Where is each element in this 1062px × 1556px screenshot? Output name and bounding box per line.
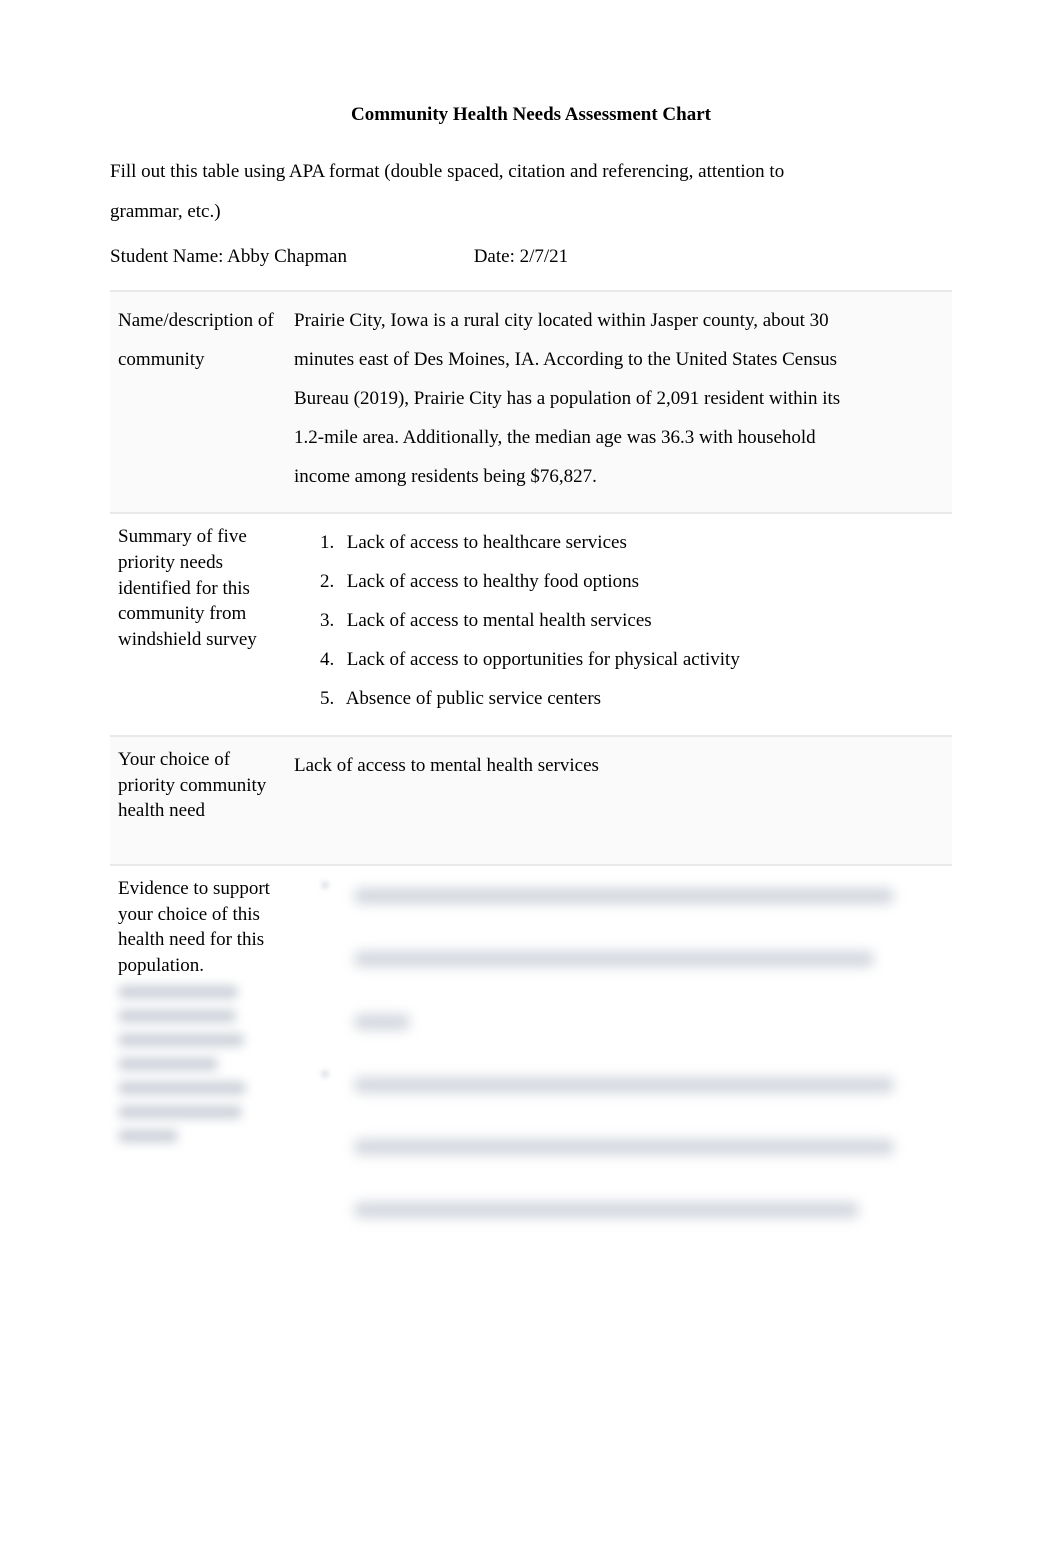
row-label-community: Name/description of community [110,291,286,514]
list-number: 4. [320,641,342,680]
evidence-label-text: Evidence to support your choice of this … [118,878,270,976]
row-label-choice: Your choice of priority community health… [110,736,286,865]
community-p5: income among residents being $76,827. [294,458,944,497]
student-name-label: Student Name: [110,246,223,267]
row-value-choice: Lack of access to mental health services [286,736,952,865]
intro-text: Fill out this table using APA format (do… [110,152,952,232]
row-label-evidence: Evidence to support your choice of this … [110,865,286,1252]
student-name-value: Abby Chapman [227,246,347,267]
table-row: Evidence to support your choice of this … [110,865,952,1252]
community-p1: Prairie City, Iowa is a rural city locat… [294,302,944,341]
list-item: 3. Lack of access to mental health servi… [320,602,944,641]
list-text: Lack of access to opportunities for phys… [347,649,740,670]
blurred-line [294,1002,944,1041]
row-value-summary: 1. Lack of access to healthcare services… [286,513,952,736]
table-row: Your choice of priority community health… [110,736,952,865]
page-title: Community Health Needs Assessment Chart [110,96,952,134]
intro-line-2: grammar, etc.) [110,201,221,222]
blurred-label-hint [118,985,278,1143]
date-label: Date: [474,246,515,267]
list-number: 1. [320,524,342,563]
list-text: Lack of access to mental health services [347,610,652,631]
community-p4: 1.2-mile area. Additionally, the median … [294,419,944,458]
date-value: 2/7/21 [520,246,569,267]
bullet-icon [322,882,328,888]
intro-line-1: Fill out this table using APA format (do… [110,161,784,182]
list-number: 2. [320,563,342,602]
community-p2: minutes east of Des Moines, IA. Accordin… [294,341,944,380]
table-row: Name/description of community Prairie Ci… [110,291,952,514]
assessment-table: Name/description of community Prairie Ci… [110,290,952,1252]
row-value-evidence [286,865,952,1252]
list-item: 1. Lack of access to healthcare services [320,524,944,563]
priority-list: 1. Lack of access to healthcare services… [294,524,944,719]
blurred-line [294,1128,944,1167]
bullet-icon [322,1071,328,1077]
list-item: 5. Absence of public service centers [320,680,944,719]
list-number: 5. [320,680,342,719]
blurred-bullet [294,1065,944,1104]
list-item: 4. Lack of access to opportunities for p… [320,641,944,680]
list-item: 2. Lack of access to healthy food option… [320,563,944,602]
list-text: Lack of access to healthcare services [347,532,627,553]
row-value-community: Prairie City, Iowa is a rural city locat… [286,291,952,514]
blurred-line [294,1191,944,1230]
list-text: Lack of access to healthy food options [347,571,639,592]
row-label-summary: Summary of five priority needs identifie… [110,513,286,736]
list-number: 3. [320,602,342,641]
list-text: Absence of public service centers [346,688,601,709]
blurred-line [294,939,944,978]
community-p3: Bureau (2019), Prairie City has a popula… [294,380,944,419]
meta-row: Student Name: Abby Chapman Date: 2/7/21 [110,238,952,276]
table-row: Summary of five priority needs identifie… [110,513,952,736]
blurred-bullet [294,876,944,915]
